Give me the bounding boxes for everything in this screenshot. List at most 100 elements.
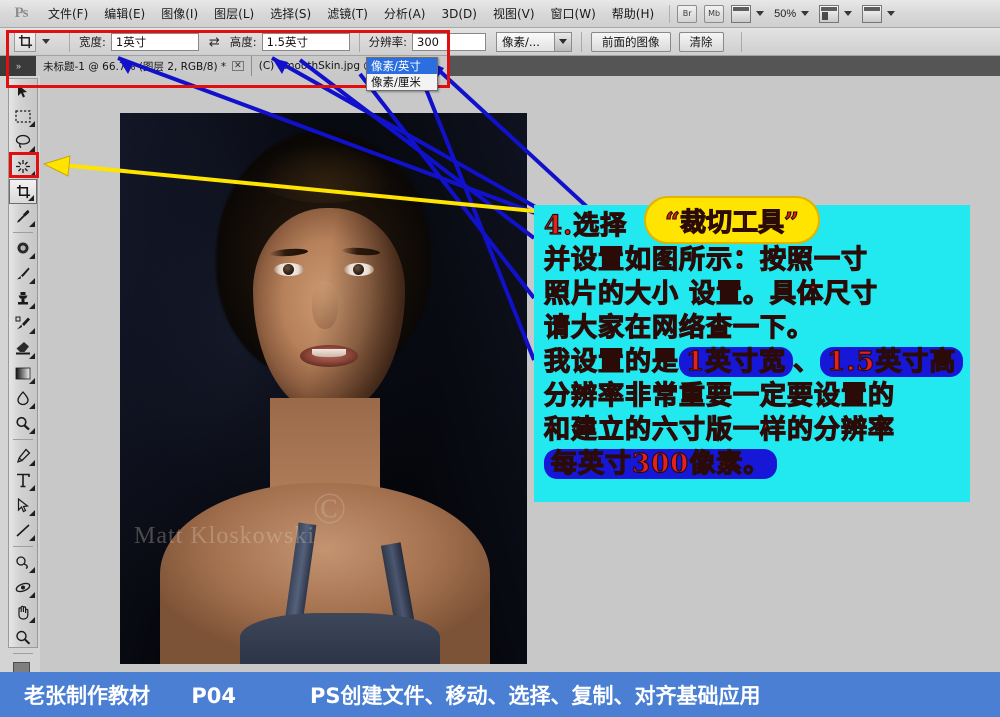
bridge-button[interactable]: Br: [677, 4, 698, 23]
tools-divider-3: [13, 546, 33, 547]
menu-image[interactable]: 图像(I): [153, 2, 206, 25]
flyout-triangle-icon[interactable]: [29, 253, 35, 259]
menu-analysis[interactable]: 分析(A): [376, 2, 434, 25]
front-image-button[interactable]: 前面的图像: [591, 31, 671, 52]
photo-pupil-left: [283, 264, 294, 275]
flyout-triangle-icon[interactable]: [29, 403, 35, 409]
flyout-triangle-icon[interactable]: [29, 121, 35, 127]
photo-hair-top: [240, 113, 410, 203]
menu-layer[interactable]: 图层(L): [206, 2, 262, 25]
flyout-triangle-icon[interactable]: [29, 592, 35, 598]
tools-divider-1: [13, 232, 33, 233]
annotation-line-0-segment-0: 4.选择: [543, 210, 628, 241]
eyedropper-tool[interactable]: [9, 204, 37, 229]
flyout-triangle-icon[interactable]: [29, 221, 35, 227]
options-divider-3: [581, 31, 583, 52]
screen-mode-icon[interactable]: [731, 4, 752, 23]
history-brush-tool[interactable]: [9, 311, 37, 336]
menu-filter[interactable]: 滤镜(T): [319, 2, 376, 25]
crop-tool[interactable]: [9, 179, 37, 204]
clear-button[interactable]: 清除: [678, 31, 724, 52]
mini-bridge-button[interactable]: Mb: [704, 4, 725, 23]
flyout-triangle-icon[interactable]: [29, 428, 35, 434]
tools-divider-4: [13, 653, 33, 654]
photoshop-logo: Ps: [14, 5, 29, 21]
eraser-tool[interactable]: [9, 336, 37, 361]
menu-file[interactable]: 文件(F): [40, 2, 96, 25]
workspace-icon[interactable]: [862, 4, 883, 23]
lasso-tool[interactable]: [9, 129, 37, 154]
zoom-tool[interactable]: [9, 625, 37, 650]
spot-healing-brush-tool[interactable]: [9, 236, 37, 261]
brush-tool[interactable]: [9, 261, 37, 286]
flyout-triangle-icon[interactable]: [29, 353, 35, 359]
photo-nose: [312, 281, 338, 329]
flyout-triangle-icon[interactable]: [29, 510, 35, 516]
menu-edit[interactable]: 编辑(E): [96, 2, 153, 25]
annotation-line-1: 并设置如图所示：按照一寸: [543, 243, 974, 277]
resolution-unit-chevron-down-icon[interactable]: [554, 32, 572, 51]
document-image[interactable]: © Matt Kloskowski: [120, 113, 527, 664]
workspace-chevron-down-icon[interactable]: [887, 11, 896, 16]
clone-stamp-tool[interactable]: [9, 286, 37, 311]
hand-tool[interactable]: [9, 600, 37, 625]
menu-window[interactable]: 窗口(W): [543, 2, 604, 25]
flyout-triangle-icon[interactable]: [29, 278, 35, 284]
annotation-line-4-segment-1: 1英寸宽: [679, 346, 794, 378]
3d-orbit-tool[interactable]: [9, 575, 37, 600]
zoom-chevron-down-icon[interactable]: [801, 11, 810, 16]
crop-tool-highlight-box: [9, 152, 39, 178]
annotation-line-7: 每英寸300像素。: [544, 447, 974, 481]
annotation-note-text: 4.选择 并设置如图所示：按照一寸 照片的大小 设置。具体尺寸 请大家在网络查一下。我…: [543, 209, 974, 481]
menu-3d[interactable]: 3D(D): [433, 4, 484, 24]
dropdown-option-pixels-per-inch[interactable]: 像素/英寸: [367, 58, 437, 74]
color-swatches[interactable]: [9, 658, 37, 672]
arrange-chevron-down-icon[interactable]: [844, 11, 853, 16]
3d-rotate-tool[interactable]: [9, 550, 37, 575]
flyout-triangle-icon[interactable]: [29, 303, 35, 309]
resolution-unit-value: 像素/...: [502, 34, 540, 49]
arrange-documents-icon[interactable]: [819, 4, 840, 23]
resolution-unit-select[interactable]: 像素/...: [496, 31, 573, 52]
flyout-triangle-icon[interactable]: [29, 328, 35, 334]
resolution-unit-dropdown[interactable]: 像素/英寸 像素/厘米: [366, 57, 438, 91]
footer-author: 老张制作教材: [24, 683, 150, 708]
dodge-tool[interactable]: [9, 411, 37, 436]
screen-mode-chevron-down-icon[interactable]: [756, 11, 765, 16]
flyout-triangle-icon[interactable]: [29, 567, 35, 573]
flyout-triangle-icon[interactable]: [29, 378, 35, 384]
pen-tool[interactable]: [9, 443, 37, 468]
footer-title: 老张制作教材 P04: [24, 680, 236, 710]
annotation-callout-text: “裁切工具”: [664, 207, 799, 238]
screenshot-root: Ps 文件(F) 编辑(E) 图像(I) 图层(L) 选择(S) 滤镜(T) 分…: [0, 0, 1000, 717]
line-tool[interactable]: [9, 518, 37, 543]
zoom-level-label: 50%: [774, 7, 797, 20]
rectangular-marquee-tool[interactable]: [9, 104, 37, 129]
menu-select[interactable]: 选择(S): [262, 2, 319, 25]
menu-bar: Ps 文件(F) 编辑(E) 图像(I) 图层(L) 选择(S) 滤镜(T) 分…: [0, 0, 1000, 28]
flyout-triangle-icon[interactable]: [29, 617, 35, 623]
horizontal-type-tool[interactable]: [9, 468, 37, 493]
annotation-line-3: 请大家在网络查一下。: [543, 311, 974, 345]
annotation-line-4-segment-3: 1.5英寸高: [820, 346, 964, 378]
flyout-triangle-icon[interactable]: [29, 460, 35, 466]
flyout-triangle-icon[interactable]: [28, 195, 34, 201]
flyout-triangle-icon[interactable]: [29, 485, 35, 491]
annotation-line-1-segment-0: 并设置如图所示：按照一寸: [543, 244, 869, 275]
gradient-tool[interactable]: [9, 361, 37, 386]
annotation-line-2-segment-0: 照片的大小 设置。具体尺寸: [543, 278, 879, 309]
menu-help[interactable]: 帮助(H): [604, 2, 662, 25]
menu-view[interactable]: 视图(V): [485, 2, 543, 25]
flyout-triangle-icon[interactable]: [29, 535, 35, 541]
annotation-line-4-segment-2: 、: [793, 346, 821, 377]
dropdown-option-pixels-per-cm[interactable]: 像素/厘米: [367, 74, 437, 90]
annotation-line-7-segment-0: 每英寸300像素。: [544, 448, 778, 480]
options-divider-4: [740, 31, 742, 52]
annotation-callout-bubble: “裁切工具”: [644, 196, 820, 244]
footer-bar: 老张制作教材 P04 PS创建文件、移动、选择、复制、对齐基础应用: [0, 672, 1000, 717]
blur-tool[interactable]: [9, 386, 37, 411]
watermark-copyright-icon: ©: [313, 484, 347, 533]
path-selection-tool[interactable]: [9, 493, 37, 518]
foreground-color-swatch[interactable]: [13, 662, 30, 672]
annotation-line-4: 我设置的是 1英寸宽、 1.5英寸高: [543, 345, 974, 379]
